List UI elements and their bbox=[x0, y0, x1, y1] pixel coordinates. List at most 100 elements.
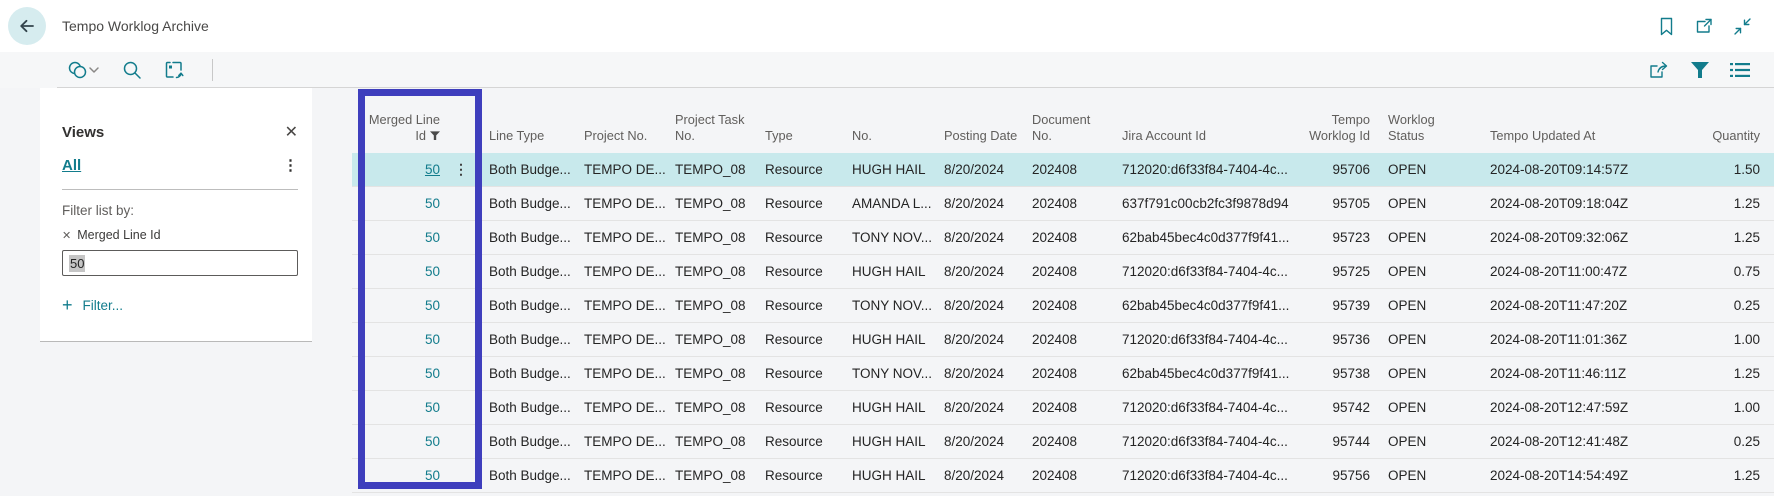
cell-project_no[interactable]: TEMPO DE... bbox=[577, 357, 668, 390]
cell-no[interactable]: HUGH HAIL bbox=[845, 323, 937, 356]
cell-document_no[interactable]: 202408 bbox=[1025, 255, 1115, 288]
cell-tempo_worklog_id[interactable]: 95736 bbox=[1295, 323, 1370, 356]
cell-project_no[interactable]: TEMPO DE... bbox=[577, 255, 668, 288]
cell-posting_date[interactable]: 8/20/2024 bbox=[937, 425, 1025, 458]
cell-line_type[interactable]: Both Budge... bbox=[482, 221, 577, 254]
cell-posting_date[interactable]: 8/20/2024 bbox=[937, 323, 1025, 356]
table-row[interactable]: 50⋮Both Budge...TEMPO DE...TEMPO_08Resou… bbox=[352, 153, 1774, 187]
cell-project_task_no[interactable]: TEMPO_08 bbox=[668, 357, 758, 390]
cell-jira_account_id[interactable]: 62bab45bec4c0d377f9f41... bbox=[1115, 357, 1295, 390]
cell-project_no[interactable]: TEMPO DE... bbox=[577, 391, 668, 424]
cell-line_type[interactable]: Both Budge... bbox=[482, 323, 577, 356]
column-header-merged_line_id[interactable]: Merged Line Id bbox=[352, 112, 482, 153]
cell-project_task_no[interactable]: TEMPO_08 bbox=[668, 289, 758, 322]
column-header-no[interactable]: No. bbox=[845, 128, 937, 153]
cell-worklog_status[interactable]: OPEN bbox=[1370, 289, 1480, 322]
cell-worklog_status[interactable]: OPEN bbox=[1370, 425, 1480, 458]
cell-type[interactable]: Resource bbox=[758, 391, 845, 424]
table-row[interactable]: 50Both Budge...TEMPO DE...TEMPO_08Resour… bbox=[352, 425, 1774, 459]
cell-tempo_updated_at[interactable]: 2024-08-20T11:47:20Z bbox=[1480, 289, 1683, 322]
cell-merged_line_id[interactable]: 50⋮ bbox=[352, 153, 482, 186]
options-list-icon[interactable] bbox=[1730, 62, 1750, 78]
cell-quantity[interactable]: 0.25 bbox=[1683, 289, 1774, 322]
analyze-icon[interactable] bbox=[164, 60, 184, 80]
row-options-ellipsis-icon[interactable]: ⋮ bbox=[440, 153, 482, 186]
cell-quantity[interactable]: 1.25 bbox=[1683, 357, 1774, 390]
cell-posting_date[interactable]: 8/20/2024 bbox=[937, 255, 1025, 288]
cell-tempo_worklog_id[interactable]: 95744 bbox=[1295, 425, 1370, 458]
back-button[interactable] bbox=[8, 7, 46, 45]
table-row[interactable]: 50Both Budge...TEMPO DE...TEMPO_08Resour… bbox=[352, 391, 1774, 425]
cell-quantity[interactable]: 1.25 bbox=[1683, 187, 1774, 220]
cell-project_task_no[interactable]: TEMPO_08 bbox=[668, 323, 758, 356]
merged-line-id-link[interactable]: 50 bbox=[425, 425, 440, 458]
cell-merged_line_id[interactable]: 50 bbox=[352, 221, 482, 254]
cell-tempo_updated_at[interactable]: 2024-08-20T11:01:36Z bbox=[1480, 323, 1683, 356]
view-options-ellipsis-icon[interactable]: ⋮ bbox=[283, 158, 298, 173]
add-filter-button[interactable]: + Filter... bbox=[62, 296, 298, 314]
cell-project_task_no[interactable]: TEMPO_08 bbox=[668, 221, 758, 254]
cell-posting_date[interactable]: 8/20/2024 bbox=[937, 357, 1025, 390]
column-header-tempo_updated_at[interactable]: Tempo Updated At bbox=[1480, 128, 1683, 153]
cell-jira_account_id[interactable]: 712020:d6f33f84-7404-4c... bbox=[1115, 323, 1295, 356]
cell-quantity[interactable]: 1.00 bbox=[1683, 323, 1774, 356]
cell-worklog_status[interactable]: OPEN bbox=[1370, 153, 1480, 186]
merged-line-id-link[interactable]: 50 bbox=[425, 153, 440, 186]
cell-merged_line_id[interactable]: 50 bbox=[352, 289, 482, 322]
cell-type[interactable]: Resource bbox=[758, 425, 845, 458]
cell-quantity[interactable]: 1.50 bbox=[1683, 153, 1774, 186]
column-header-tempo_worklog_id[interactable]: Tempo Worklog Id bbox=[1295, 112, 1370, 153]
open-in-new-window-icon[interactable] bbox=[1694, 16, 1714, 36]
cell-quantity[interactable]: 0.75 bbox=[1683, 255, 1774, 288]
column-header-worklog_status[interactable]: Worklog Status bbox=[1370, 112, 1480, 153]
cell-no[interactable]: HUGH HAIL bbox=[845, 391, 937, 424]
cell-posting_date[interactable]: 8/20/2024 bbox=[937, 221, 1025, 254]
cell-quantity[interactable]: 1.25 bbox=[1683, 221, 1774, 254]
cell-document_no[interactable]: 202408 bbox=[1025, 459, 1115, 492]
cell-no[interactable]: HUGH HAIL bbox=[845, 459, 937, 492]
column-header-posting_date[interactable]: Posting Date bbox=[937, 128, 1025, 153]
cell-document_no[interactable]: 202408 bbox=[1025, 323, 1115, 356]
cell-tempo_updated_at[interactable]: 2024-08-20T14:54:49Z bbox=[1480, 459, 1683, 492]
cell-tempo_worklog_id[interactable]: 95739 bbox=[1295, 289, 1370, 322]
cell-quantity[interactable]: 1.00 bbox=[1683, 391, 1774, 424]
merged-line-id-link[interactable]: 50 bbox=[425, 187, 440, 220]
cell-type[interactable]: Resource bbox=[758, 153, 845, 186]
cell-tempo_worklog_id[interactable]: 95705 bbox=[1295, 187, 1370, 220]
cell-worklog_status[interactable]: OPEN bbox=[1370, 221, 1480, 254]
cell-tempo_updated_at[interactable]: 2024-08-20T12:41:48Z bbox=[1480, 425, 1683, 458]
cell-jira_account_id[interactable]: 637f791c00cb2fc3f9878d94 bbox=[1115, 187, 1295, 220]
cell-document_no[interactable]: 202408 bbox=[1025, 425, 1115, 458]
cell-no[interactable]: HUGH HAIL bbox=[845, 255, 937, 288]
cell-type[interactable]: Resource bbox=[758, 221, 845, 254]
table-row[interactable]: 50Both Budge...TEMPO DE...TEMPO_08Resour… bbox=[352, 459, 1774, 493]
merged-line-id-link[interactable]: 50 bbox=[425, 289, 440, 322]
cell-project_no[interactable]: TEMPO DE... bbox=[577, 289, 668, 322]
cell-jira_account_id[interactable]: 62bab45bec4c0d377f9f41... bbox=[1115, 289, 1295, 322]
cell-project_no[interactable]: TEMPO DE... bbox=[577, 187, 668, 220]
cell-project_no[interactable]: TEMPO DE... bbox=[577, 425, 668, 458]
filter-icon[interactable] bbox=[1690, 61, 1710, 79]
cell-tempo_updated_at[interactable]: 2024-08-20T09:14:57Z bbox=[1480, 153, 1683, 186]
merged-line-id-filter-input[interactable]: 50 bbox=[62, 250, 298, 276]
cell-no[interactable]: HUGH HAIL bbox=[845, 425, 937, 458]
cell-worklog_status[interactable]: OPEN bbox=[1370, 391, 1480, 424]
cell-tempo_updated_at[interactable]: 2024-08-20T11:46:11Z bbox=[1480, 357, 1683, 390]
cell-type[interactable]: Resource bbox=[758, 323, 845, 356]
column-header-project_task_no[interactable]: Project Task No. bbox=[668, 112, 758, 153]
merged-line-id-link[interactable]: 50 bbox=[425, 323, 440, 356]
merged-line-id-link[interactable]: 50 bbox=[425, 391, 440, 424]
cell-line_type[interactable]: Both Budge... bbox=[482, 425, 577, 458]
cell-merged_line_id[interactable]: 50 bbox=[352, 391, 482, 424]
cell-tempo_updated_at[interactable]: 2024-08-20T09:32:06Z bbox=[1480, 221, 1683, 254]
cell-posting_date[interactable]: 8/20/2024 bbox=[937, 391, 1025, 424]
column-header-document_no[interactable]: Document No. bbox=[1025, 112, 1115, 153]
cell-document_no[interactable]: 202408 bbox=[1025, 221, 1115, 254]
bookmark-icon[interactable] bbox=[1656, 16, 1676, 36]
search-icon[interactable] bbox=[122, 60, 142, 80]
cell-posting_date[interactable]: 8/20/2024 bbox=[937, 187, 1025, 220]
close-filter-pane-icon[interactable]: ✕ bbox=[285, 125, 298, 141]
cell-line_type[interactable]: Both Budge... bbox=[482, 187, 577, 220]
cell-project_task_no[interactable]: TEMPO_08 bbox=[668, 459, 758, 492]
cell-posting_date[interactable]: 8/20/2024 bbox=[937, 153, 1025, 186]
